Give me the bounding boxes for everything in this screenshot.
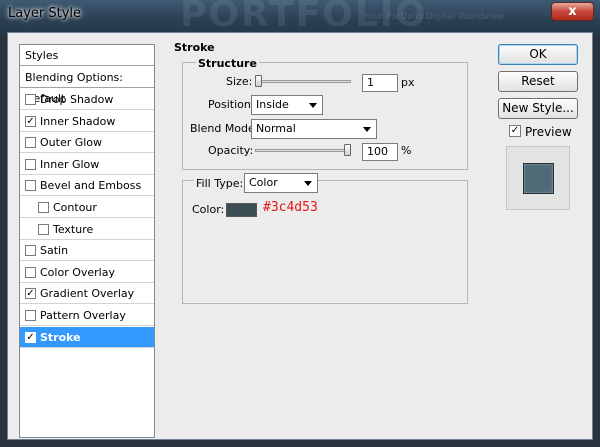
checkbox-icon[interactable]: ✓ [25, 115, 36, 127]
title-bar[interactable]: PORTFOLIO Your Portfolio Digital Worldvi… [0, 0, 600, 35]
blend-mode-value: Normal [256, 122, 296, 135]
preview-label[interactable]: Preview [525, 125, 572, 139]
style-item-label: Bevel and Emboss [40, 179, 142, 193]
chevron-down-icon [304, 181, 312, 186]
style-item[interactable]: Bevel and Emboss [20, 175, 154, 197]
checkbox-icon[interactable] [38, 202, 49, 213]
size-slider-track[interactable] [255, 80, 351, 83]
stroke-title: Stroke [174, 41, 215, 54]
styles-list: Styles Blending Options: Default Drop Sh… [19, 44, 155, 438]
checkbox-icon[interactable] [25, 266, 36, 278]
style-item-label: Satin [40, 244, 69, 258]
fill-type-dropdown[interactable]: Color [244, 173, 318, 193]
style-item-label: Drop Shadow [40, 93, 114, 106]
style-item[interactable]: ✓ Stroke [20, 326, 154, 348]
chevron-down-icon [363, 127, 371, 132]
watermark-subtitle: Your Portfolio Digital Worldview [364, 12, 505, 22]
checkbox-icon[interactable] [25, 94, 36, 105]
window-title: Layer Style [8, 6, 82, 21]
style-item[interactable]: Satin [20, 240, 154, 262]
style-item-label: Inner Shadow [40, 114, 116, 128]
blending-options-item[interactable]: Blending Options: Default [20, 67, 154, 105]
opacity-input[interactable]: 100 [362, 143, 398, 161]
style-item-label: Contour [53, 201, 97, 214]
layer-style-dialog: PORTFOLIO Your Portfolio Digital Worldvi… [0, 0, 600, 447]
checkbox-icon[interactable] [25, 310, 36, 321]
color-swatch[interactable] [226, 203, 257, 217]
position-label: Position: [208, 98, 255, 111]
style-item[interactable]: Color Overlay [20, 262, 154, 283]
style-item[interactable]: ✓ Gradient Overlay [20, 283, 154, 305]
chevron-down-icon [309, 103, 317, 108]
style-item[interactable]: ✓ Inner Shadow [20, 111, 154, 132]
style-item-label: Stroke [40, 330, 81, 344]
opacity-label: Opacity: [208, 144, 254, 157]
blend-mode-label: Blend Mode: [190, 122, 259, 135]
style-item-label: Gradient Overlay [40, 287, 135, 301]
style-item-label: Pattern Overlay [40, 309, 126, 322]
new-style-button[interactable]: New Style... [498, 98, 578, 119]
style-item[interactable]: Drop Shadow [20, 89, 154, 110]
checkbox-icon[interactable]: ✓ [25, 331, 36, 343]
close-icon: x [568, 4, 577, 19]
blend-mode-dropdown[interactable]: Normal [251, 119, 377, 139]
styles-header[interactable]: Styles [20, 45, 154, 66]
fill-type-value: Color [249, 176, 278, 189]
dialog-client-area: Styles Blending Options: Default Drop Sh… [7, 32, 593, 440]
style-item[interactable]: Texture [20, 219, 154, 240]
color-hex-annotation: #3c4d53 [263, 200, 318, 215]
size-unit: px [401, 76, 415, 89]
checkbox-icon[interactable] [25, 158, 36, 170]
color-label: Color: [192, 203, 225, 216]
opacity-slider-handle[interactable] [344, 144, 351, 156]
fill-type-label: Fill Type: [194, 177, 246, 190]
checkbox-icon[interactable] [25, 245, 36, 257]
opacity-slider-track[interactable] [255, 149, 351, 152]
checkbox-icon[interactable] [25, 180, 36, 192]
preview-checkbox[interactable]: ✓ [509, 125, 521, 137]
position-value: Inside [256, 98, 289, 111]
structure-title: Structure [196, 57, 259, 70]
reset-button[interactable]: Reset [498, 71, 578, 92]
fill-group [182, 180, 468, 304]
style-item[interactable]: Pattern Overlay [20, 305, 154, 326]
ok-button[interactable]: OK [498, 44, 578, 65]
style-item-label: Inner Glow [40, 157, 100, 171]
style-item-label: Texture [53, 222, 94, 236]
style-item[interactable]: Inner Glow [20, 154, 154, 175]
checkbox-icon[interactable] [38, 223, 49, 235]
checkbox-icon[interactable] [25, 137, 36, 149]
close-button[interactable]: x [551, 2, 594, 21]
size-slider-handle[interactable] [255, 75, 262, 87]
size-label: Size: [226, 75, 253, 88]
position-dropdown[interactable]: Inside [251, 95, 323, 115]
preview-swatch [523, 163, 554, 194]
style-item[interactable]: Outer Glow [20, 132, 154, 154]
style-item[interactable]: Contour [20, 197, 154, 218]
checkbox-icon[interactable]: ✓ [25, 288, 36, 300]
size-input[interactable]: 1 [362, 74, 398, 92]
style-item-label: Color Overlay [40, 265, 115, 279]
preview-thumbnail [506, 146, 570, 210]
opacity-unit: % [401, 144, 412, 157]
style-item-label: Outer Glow [40, 136, 103, 150]
